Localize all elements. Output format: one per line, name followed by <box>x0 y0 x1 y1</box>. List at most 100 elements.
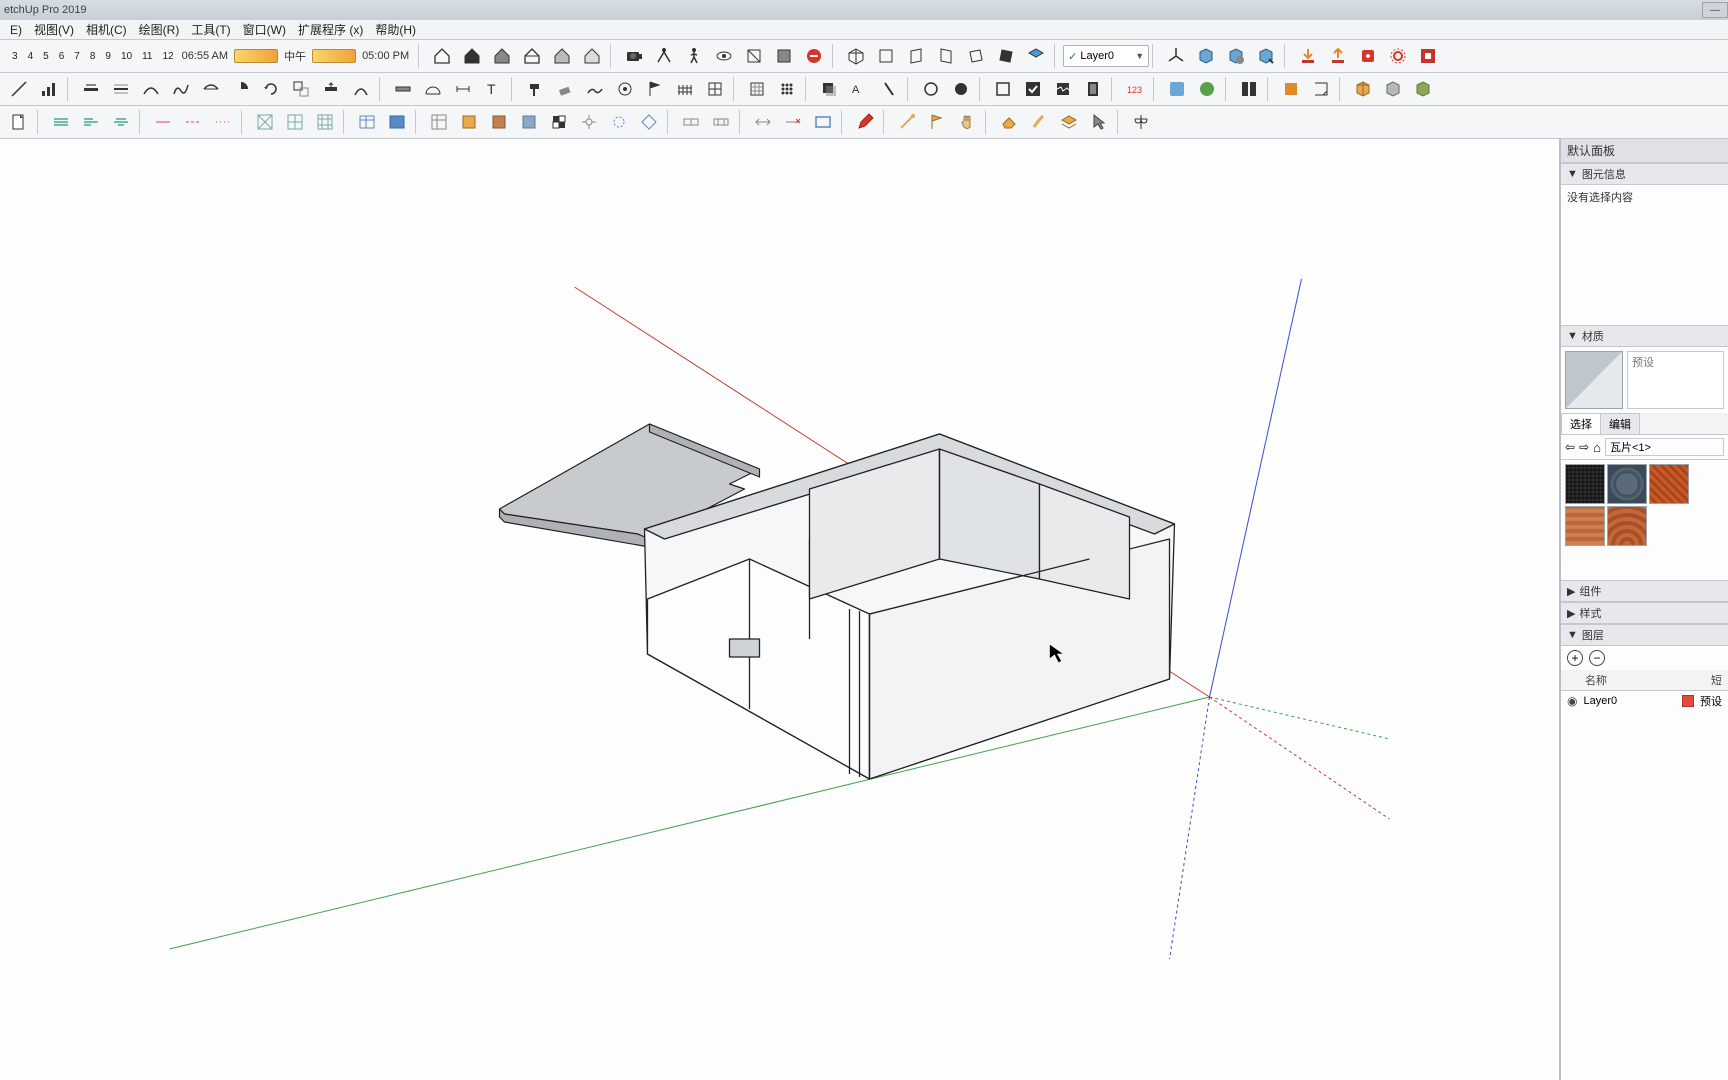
dimension-icon[interactable] <box>449 75 477 103</box>
arc-icon[interactable] <box>137 75 165 103</box>
split-icon[interactable] <box>1235 75 1263 103</box>
hand-icon[interactable] <box>953 108 981 136</box>
materials-combo[interactable]: 瓦片<1> <box>1605 438 1724 456</box>
cell1-icon[interactable] <box>425 108 453 136</box>
flag-icon[interactable] <box>641 75 669 103</box>
box1-icon[interactable] <box>1192 42 1220 70</box>
cube3-icon[interactable] <box>1409 75 1437 103</box>
cell2-icon[interactable] <box>455 108 483 136</box>
broken-icon[interactable] <box>1049 75 1077 103</box>
paint-icon[interactable] <box>521 75 549 103</box>
line-icon[interactable] <box>5 75 33 103</box>
bars-icon[interactable] <box>35 75 63 103</box>
axes-icon[interactable] <box>1162 42 1190 70</box>
move-icon[interactable] <box>347 75 375 103</box>
camera-icon[interactable] <box>620 42 648 70</box>
plugin2-icon[interactable] <box>1193 75 1221 103</box>
measure-x-icon[interactable] <box>779 108 807 136</box>
materials-tab-select[interactable]: 选择 <box>1561 413 1601 434</box>
walk-icon[interactable] <box>680 42 708 70</box>
window-icon[interactable] <box>701 75 729 103</box>
look-icon[interactable] <box>710 42 738 70</box>
visibility-icon[interactable]: ◉ <box>1567 694 1577 708</box>
line-style2-icon[interactable] <box>179 108 207 136</box>
front-icon[interactable] <box>902 42 930 70</box>
menu-help[interactable]: 帮助(H) <box>369 19 422 40</box>
minimize-button[interactable]: — <box>1702 2 1728 18</box>
top-icon[interactable] <box>872 42 900 70</box>
layer-panel-icon[interactable] <box>1277 75 1305 103</box>
cell4-icon[interactable] <box>515 108 543 136</box>
circle1-icon[interactable] <box>917 75 945 103</box>
material-preview[interactable] <box>1565 351 1623 409</box>
extension-icon[interactable] <box>1354 42 1382 70</box>
warehouse-down-icon[interactable] <box>1294 42 1322 70</box>
swatch-4[interactable] <box>1565 506 1605 546</box>
box2-icon[interactable] <box>1222 42 1250 70</box>
style6-button[interactable] <box>578 42 606 70</box>
wand-icon[interactable] <box>893 108 921 136</box>
layer-color-swatch[interactable] <box>1682 695 1694 707</box>
table2-icon[interactable] <box>383 108 411 136</box>
nav-back-icon[interactable]: ⇦ <box>1565 440 1575 454</box>
sq-icon[interactable] <box>989 75 1017 103</box>
layer-row-0[interactable]: ◉ Layer0 预设 <box>1561 691 1728 711</box>
line-style1-icon[interactable] <box>149 108 177 136</box>
arc2-icon[interactable] <box>197 75 225 103</box>
menu-extensions[interactable]: 扩展程序 (x) <box>292 19 369 40</box>
table1-icon[interactable] <box>353 108 381 136</box>
warehouse-up-icon[interactable] <box>1324 42 1352 70</box>
follow-icon[interactable] <box>107 75 135 103</box>
grid-a-icon[interactable] <box>251 108 279 136</box>
stop-icon[interactable] <box>800 42 828 70</box>
viewport[interactable] <box>0 139 1560 1080</box>
measure1-icon[interactable] <box>749 108 777 136</box>
back-icon[interactable] <box>962 42 990 70</box>
check-icon[interactable] <box>1019 75 1047 103</box>
align3-icon[interactable] <box>107 108 135 136</box>
text-icon[interactable]: T <box>479 75 507 103</box>
grid-c-icon[interactable] <box>311 108 339 136</box>
cube1-icon[interactable] <box>1349 75 1377 103</box>
swatch-1[interactable] <box>1565 464 1605 504</box>
nav-fwd-icon[interactable]: ⇨ <box>1579 440 1589 454</box>
sandbox-icon[interactable] <box>581 75 609 103</box>
swatch-2[interactable] <box>1607 464 1647 504</box>
components-header[interactable]: ▶组件 <box>1561 580 1728 602</box>
align1-icon[interactable] <box>47 108 75 136</box>
remove-layer-button[interactable]: − <box>1589 650 1605 666</box>
door-icon[interactable] <box>1079 75 1107 103</box>
brush-icon[interactable] <box>1025 108 1053 136</box>
fog-icon[interactable]: A <box>845 75 873 103</box>
styles-header[interactable]: ▶样式 <box>1561 602 1728 624</box>
rotate-icon[interactable] <box>257 75 285 103</box>
add-layer-button[interactable]: + <box>1567 650 1583 666</box>
flag2-icon[interactable] <box>923 108 951 136</box>
box3-icon[interactable] <box>1252 42 1280 70</box>
menu-file[interactable]: E) <box>4 21 28 39</box>
tape-icon[interactable] <box>389 75 417 103</box>
split2-icon[interactable] <box>707 108 735 136</box>
bottom-icon[interactable] <box>1022 42 1050 70</box>
layers-header[interactable]: ▼图层 <box>1561 624 1728 646</box>
cell3-icon[interactable] <box>485 108 513 136</box>
layer-combo[interactable]: ✓ Layer0 ▼ <box>1063 45 1149 67</box>
plugin1-icon[interactable] <box>1163 75 1191 103</box>
offset-icon[interactable] <box>77 75 105 103</box>
circle2-icon[interactable] <box>947 75 975 103</box>
balance-icon[interactable] <box>1127 108 1155 136</box>
fence-icon[interactable] <box>671 75 699 103</box>
pencil-icon[interactable] <box>851 108 879 136</box>
new-icon[interactable] <box>5 108 33 136</box>
frame-icon[interactable] <box>809 108 837 136</box>
line-style3-icon[interactable] <box>209 108 237 136</box>
snap2-icon[interactable] <box>605 108 633 136</box>
style5-button[interactable] <box>548 42 576 70</box>
cursor-icon[interactable] <box>1085 108 1113 136</box>
menu-view[interactable]: 视图(V) <box>28 19 80 40</box>
walk2-icon[interactable] <box>875 75 903 103</box>
menu-window[interactable]: 窗口(W) <box>237 19 292 40</box>
snap1-icon[interactable] <box>575 108 603 136</box>
align2-icon[interactable] <box>77 108 105 136</box>
eraser2-icon[interactable] <box>995 108 1023 136</box>
